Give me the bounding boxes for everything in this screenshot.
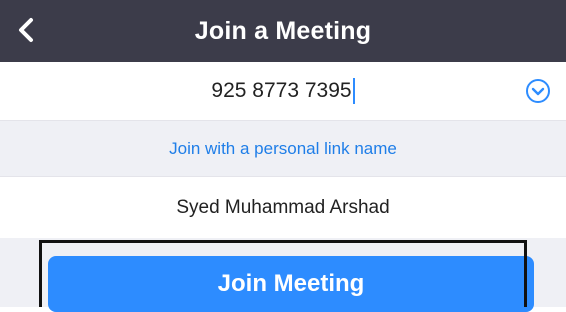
- focus-highlight-frame: [39, 240, 527, 307]
- display-name-input[interactable]: Syed Muhammad Arshad: [176, 197, 389, 219]
- meeting-history-dropdown-button[interactable]: [525, 78, 551, 104]
- header-bar: Join a Meeting: [0, 0, 566, 62]
- meeting-id-value: 925 8773 7395: [211, 79, 352, 102]
- personal-link-name-link[interactable]: Join with a personal link name: [169, 139, 397, 159]
- display-name-row: Syed Muhammad Arshad: [0, 176, 566, 239]
- meeting-id-input[interactable]: 925 8773 7395: [120, 62, 446, 120]
- page-title: Join a Meeting: [194, 16, 372, 45]
- text-cursor: [352, 78, 355, 104]
- personal-link-row: Join with a personal link name: [0, 121, 566, 176]
- chevron-down-circle-icon: [526, 79, 550, 103]
- meeting-id-row: 925 8773 7395: [0, 62, 566, 121]
